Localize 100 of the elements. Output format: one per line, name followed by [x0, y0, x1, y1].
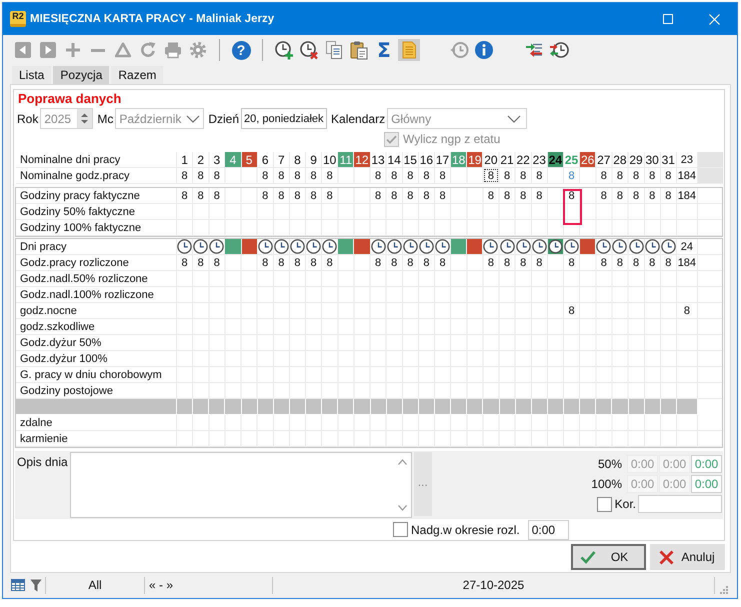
hours-value: 8	[180, 168, 189, 183]
time-field[interactable]: 0:00	[691, 475, 722, 493]
cancel-button[interactable]: Anuluj	[650, 544, 725, 570]
hours-value: 8	[390, 168, 398, 183]
day-number: 13	[370, 152, 386, 167]
checkbox[interactable]	[393, 522, 408, 537]
time-field[interactable]: 0:00	[691, 455, 722, 473]
spin-arrows-icon	[77, 109, 92, 128]
total-value: 184	[676, 256, 697, 270]
row-label: Godziny 100% faktyczne	[19, 220, 142, 235]
hours-value: 8	[486, 256, 495, 270]
document-button[interactable]	[398, 39, 420, 61]
total-value: 184	[676, 188, 697, 203]
day-number: 8	[293, 152, 302, 167]
gear-icon	[188, 40, 208, 60]
more-button[interactable]: ...	[414, 452, 432, 516]
hours-value: 8	[212, 256, 221, 270]
delete-time-button[interactable]	[298, 39, 320, 61]
checkbox[interactable]	[596, 496, 612, 512]
help-button[interactable]: ?	[232, 40, 250, 60]
hours-value: 8	[196, 168, 205, 183]
paste-button[interactable]	[348, 39, 370, 61]
field-label: 50%	[598, 457, 622, 471]
total-value: 8	[682, 304, 691, 318]
row-label: Nominalne godz.pracy	[19, 168, 130, 183]
hours-value: 8	[519, 168, 528, 183]
hours-value: 8	[503, 256, 512, 270]
text-field[interactable]: 20, poniedziałek	[241, 108, 328, 129]
day-number: 14	[386, 152, 402, 167]
hours-value: 8	[632, 188, 640, 203]
ok-button[interactable]: OK	[571, 544, 646, 570]
copy-button[interactable]	[323, 39, 345, 61]
hours-value: 8	[664, 256, 672, 270]
hours-value: 8	[519, 188, 528, 203]
hours-value: 8	[519, 256, 528, 270]
free-day-marker	[451, 239, 466, 254]
maximize-icon	[663, 14, 673, 24]
hours-value: 8	[277, 188, 286, 203]
checkbox-label: Wylicz ngp z etatu	[403, 132, 500, 146]
hours-value: 8	[568, 168, 576, 183]
free-day-marker	[225, 239, 240, 254]
hours-value: 8	[632, 256, 640, 270]
tab[interactable]: Razem	[111, 66, 164, 84]
holiday-marker	[242, 239, 257, 254]
hours-value: 8	[568, 188, 576, 203]
tab[interactable]: Lista	[12, 66, 52, 84]
app-logo: R2	[10, 11, 26, 27]
hours-value: 8	[648, 168, 656, 183]
row-label: Godz.pracy rozliczone	[19, 256, 130, 270]
description-field[interactable]	[70, 452, 412, 518]
checkbox-label: Nadg.w okresie rozl.	[411, 522, 520, 536]
hours-value: 8	[616, 188, 624, 203]
hours-value: 8	[293, 188, 302, 203]
range-navigator[interactable]: « - »	[145, 578, 272, 592]
row-label: Dni pracy	[19, 240, 68, 254]
day-number: 2	[196, 152, 206, 167]
row-label: Godziny postojowe	[19, 384, 114, 398]
hours-value: 8	[438, 168, 447, 183]
hours-value: 8	[261, 188, 270, 203]
resize-grip-icon	[719, 584, 728, 594]
row-label: Nominalne dni pracy	[19, 152, 122, 167]
plus-icon	[66, 43, 80, 57]
refresh-icon	[138, 40, 158, 60]
hours-value: 8	[648, 256, 656, 270]
hours-value: 8	[600, 168, 608, 183]
hours-value: 8	[616, 256, 624, 270]
hours-value: 8	[406, 256, 414, 270]
hours-value: 8	[664, 168, 672, 183]
info-button[interactable]	[473, 39, 495, 61]
hours-value: 8	[293, 256, 302, 270]
hours-value: 8	[632, 168, 640, 183]
filter-icon[interactable]	[30, 578, 42, 592]
hours-value: 8	[277, 168, 286, 183]
day-number: 17	[435, 152, 450, 167]
holiday-marker	[354, 239, 370, 254]
clock-transfer-button[interactable]	[548, 39, 570, 61]
table-icon[interactable]	[11, 579, 25, 591]
tab[interactable]: Pozycja	[53, 66, 110, 84]
time-field[interactable]: 0:00	[528, 520, 569, 540]
day-number: 30	[644, 152, 660, 167]
filter-status: All	[87, 578, 103, 592]
day-number: 1	[180, 152, 189, 167]
sum-button[interactable]: Σ	[373, 39, 395, 61]
day-number: 5	[242, 152, 257, 167]
correction-field[interactable]	[638, 495, 722, 513]
day-number: 27	[596, 152, 612, 167]
day-number: 24	[548, 152, 563, 167]
window-title: MIESIĘCZNA KARTA PRACY - Maliniak Jerzy	[30, 13, 274, 25]
hours-value: 8	[374, 188, 382, 203]
check-icon	[580, 550, 596, 564]
hours-value: 8	[326, 168, 334, 183]
hours-value: 8	[664, 188, 672, 203]
hours-value: 8	[535, 188, 544, 203]
hours-value: 8	[196, 256, 205, 270]
add-time-button[interactable]	[273, 39, 295, 61]
hours-value: 8	[390, 188, 398, 203]
day-number: 25	[564, 152, 580, 167]
day-number: 22	[516, 152, 531, 167]
hours-value: 8	[196, 188, 205, 203]
row-label: Godz.dyżur 50%	[19, 336, 102, 350]
